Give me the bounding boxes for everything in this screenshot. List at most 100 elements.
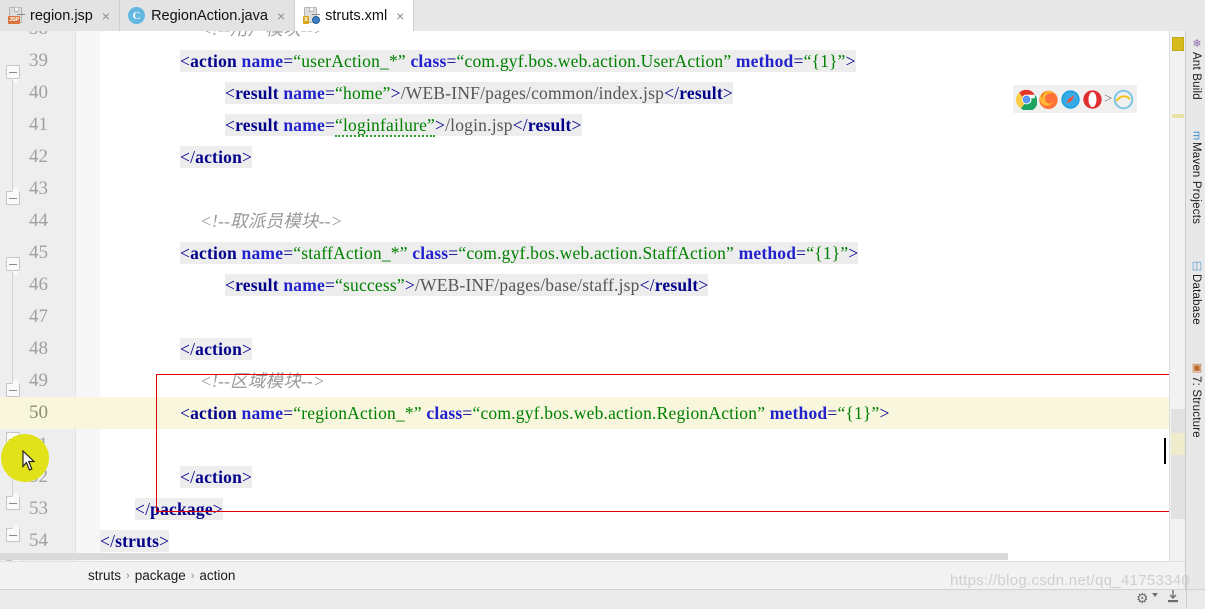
editor-tab-label: struts.xml	[325, 7, 388, 24]
code-line[interactable]: 43	[0, 173, 1185, 205]
line-number[interactable]: 46	[0, 269, 62, 301]
tool-tab-label: Ant Build	[1190, 52, 1202, 100]
editor-tab-label: region.jsp	[30, 7, 93, 24]
code-line-text[interactable]: </action>	[180, 333, 253, 365]
code-line[interactable]: 38 <!--用户模块-->	[0, 31, 1185, 45]
fold-marker-52[interactable]	[6, 492, 20, 510]
tool-tab-ant-build[interactable]: ❄ Ant Build	[1186, 37, 1205, 100]
watermark-text: https://blog.csdn.net/qq_41753340	[950, 572, 1191, 589]
code-editor[interactable]: 38 <!--用户模块-->39<action name=“userAction_…	[0, 31, 1185, 561]
gear-icon[interactable]: ⚙	[1136, 590, 1149, 606]
breadcrumb-item-action[interactable]: action	[199, 568, 235, 583]
code-line-text[interactable]: <action name=“userAction_*” class=“com.g…	[180, 45, 856, 77]
code-line-text[interactable]: <!--区域模块-->	[200, 365, 325, 397]
breadcrumb-separator: ›	[190, 569, 195, 582]
jsp-file-icon: JSP	[8, 7, 25, 24]
close-icon[interactable]: ×	[396, 9, 404, 23]
fold-marker-42[interactable]	[6, 187, 20, 205]
code-line[interactable]: 51	[0, 429, 1185, 461]
close-icon[interactable]: ×	[277, 9, 285, 23]
tool-tab-maven-projects[interactable]: m Maven Projects	[1186, 131, 1205, 224]
text-caret	[1164, 438, 1166, 464]
editor-tab-label: RegionAction.java	[151, 7, 268, 24]
status-bar	[0, 589, 1205, 609]
code-line[interactable]: 53 </package>	[0, 493, 1185, 525]
editor-tab-struts-xml[interactable]: X struts.xml ×	[295, 0, 415, 31]
fold-marker-39[interactable]	[6, 65, 20, 84]
database-icon: ◫	[1190, 259, 1203, 272]
tool-tab-structure[interactable]: ▣ 7: Structure	[1186, 361, 1205, 438]
code-line-text[interactable]: <!--用户模块-->	[200, 31, 325, 45]
popup-separator: >	[1104, 90, 1113, 107]
editor-tab-bar: JSP region.jsp × C RegionAction.java × X…	[0, 0, 1205, 31]
ant-icon: ❄	[1190, 37, 1203, 50]
line-number[interactable]: 47	[0, 301, 62, 333]
code-line[interactable]: 45 <action name=“staffAction_*” class=“co…	[0, 237, 1185, 269]
code-line-text[interactable]: </package>	[135, 493, 223, 525]
tab-bar-filler	[414, 0, 1205, 31]
code-line-text[interactable]: <!--取派员模块-->	[200, 205, 343, 237]
scrollbar-current-line-indicator	[1171, 433, 1185, 455]
code-line[interactable]: 39 <action name=“userAction_*” class=“com…	[0, 45, 1185, 77]
code-line-text[interactable]: <result name=“home”>/WEB-INF/pages/commo…	[225, 77, 733, 109]
run-in-browser-popup[interactable]: >	[1013, 85, 1138, 113]
code-line[interactable]: 44 <!--取派员模块-->	[0, 205, 1185, 237]
download-icon[interactable]	[1166, 589, 1180, 605]
fold-marker-45[interactable]	[6, 257, 20, 276]
fold-region-line	[12, 79, 13, 201]
code-line[interactable]: 49 <!--区域模块-->	[0, 365, 1185, 397]
breadcrumb-item-package[interactable]: package	[135, 568, 186, 583]
line-number[interactable]: 50	[0, 397, 62, 429]
line-number[interactable]: 38	[0, 31, 62, 45]
tool-tab-label: Database	[1190, 274, 1202, 325]
mouse-cursor-icon	[22, 450, 36, 471]
status-bar-divider	[1186, 575, 1187, 609]
fold-marker-48[interactable]	[6, 379, 20, 397]
warning-marker[interactable]	[1172, 37, 1184, 51]
code-line-text[interactable]: <result name=“success”>/WEB-INF/pages/ba…	[225, 269, 709, 301]
tool-tab-database[interactable]: ◫ Database	[1186, 259, 1205, 325]
maven-icon: m	[1190, 131, 1203, 141]
tool-tab-label: 7: Structure	[1190, 376, 1202, 438]
editor-tab-regionaction-java[interactable]: C RegionAction.java ×	[120, 0, 296, 31]
xml-file-icon: X	[303, 7, 321, 24]
ide-window: JSP region.jsp × C RegionAction.java × X…	[0, 0, 1205, 609]
editor-tab-region-jsp[interactable]: JSP region.jsp ×	[0, 0, 121, 31]
chrome-icon[interactable]	[1016, 89, 1037, 110]
line-number[interactable]: 41	[0, 109, 62, 141]
horizontal-scrollbar[interactable]	[0, 553, 1008, 560]
code-line[interactable]: 50 <action name=“regionAction_*” class=“c…	[0, 397, 1185, 429]
close-icon[interactable]: ×	[102, 9, 110, 23]
vertical-scrollbar-thumb[interactable]	[1171, 409, 1185, 519]
code-line-text[interactable]: <result name=“loginfailure”>/login.jsp</…	[225, 109, 582, 141]
code-line[interactable]: 42 </action>	[0, 141, 1185, 173]
code-line[interactable]: 48 </action>	[0, 333, 1185, 365]
code-line-text[interactable]: <action name=“regionAction_*” class=“com…	[180, 397, 890, 429]
code-line[interactable]: 47	[0, 301, 1185, 333]
line-number[interactable]: 48	[0, 333, 62, 365]
line-number[interactable]: 40	[0, 77, 62, 109]
right-tool-window-bar: ❄ Ant Build m Maven Projects ◫ Database …	[1185, 31, 1205, 609]
line-number[interactable]: 44	[0, 205, 62, 237]
fold-marker-53[interactable]	[6, 524, 20, 542]
breadcrumb-item-struts[interactable]: struts	[88, 568, 121, 583]
edge-icon[interactable]	[1113, 89, 1134, 110]
firefox-icon[interactable]	[1038, 89, 1059, 110]
info-marker[interactable]	[1172, 114, 1184, 118]
structure-icon: ▣	[1190, 361, 1203, 374]
code-line-text[interactable]: <action name=“staffAction_*” class=“com.…	[180, 237, 859, 269]
code-line[interactable]: 41 <result name=“loginfailure”>/login.jsp…	[0, 109, 1185, 141]
line-number[interactable]: 42	[0, 141, 62, 173]
chevron-down-icon[interactable]	[1152, 593, 1158, 597]
java-class-icon: C	[128, 7, 146, 24]
opera-icon[interactable]	[1082, 89, 1103, 110]
code-line-text[interactable]: </action>	[180, 461, 253, 493]
editor-marker-bar[interactable]	[1169, 31, 1185, 561]
breadcrumb-separator: ›	[126, 569, 130, 582]
code-line[interactable]: 46 <result name=“success”>/WEB-INF/pages/…	[0, 269, 1185, 301]
safari-icon[interactable]	[1060, 89, 1081, 110]
code-line[interactable]: 40 <result name=“home”>/WEB-INF/pages/com…	[0, 77, 1185, 109]
code-line-text[interactable]: </action>	[180, 141, 253, 173]
tool-tab-label: Maven Projects	[1190, 142, 1202, 225]
code-line[interactable]: 52</action>	[0, 461, 1185, 493]
